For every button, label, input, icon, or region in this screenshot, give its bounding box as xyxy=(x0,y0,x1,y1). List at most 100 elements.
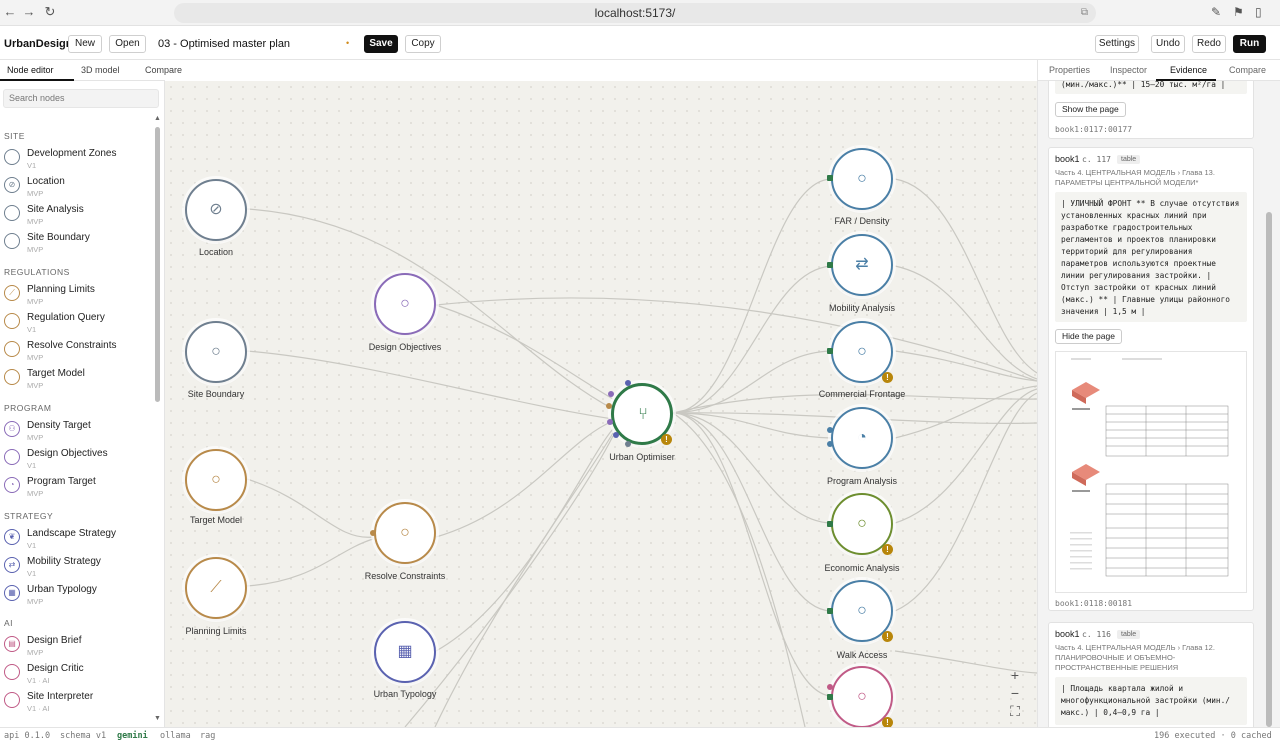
extensions-icon[interactable]: ⚑ xyxy=(1233,5,1244,19)
reload-icon[interactable]: ↻ xyxy=(42,4,58,20)
tab-node-editor[interactable]: Node editor xyxy=(7,65,54,75)
input-port[interactable] xyxy=(625,441,631,447)
item-label: Development Zones xyxy=(27,148,117,159)
show-page-button[interactable]: Show the page xyxy=(1055,102,1126,117)
node-resolve-constraints[interactable]: ○ xyxy=(374,502,436,564)
input-port[interactable] xyxy=(625,380,631,386)
item-version: MVP xyxy=(27,597,44,606)
circle-icon xyxy=(4,205,20,221)
copy-button[interactable]: Copy xyxy=(405,35,441,53)
zoom-in-icon[interactable]: + xyxy=(1004,666,1026,684)
item-label: Target Model xyxy=(27,368,85,379)
palette-item-design-brief[interactable]: ▤ Design Brief MVP xyxy=(0,635,152,663)
palette-item-resolve-constraints[interactable]: Resolve Constraints MVP xyxy=(0,340,152,368)
tab-evidence[interactable]: Evidence xyxy=(1170,65,1207,75)
input-port[interactable] xyxy=(827,608,833,614)
new-button[interactable]: New xyxy=(68,35,102,53)
tab-inspector[interactable]: Inspector xyxy=(1110,65,1147,75)
palette-item-design-objectives[interactable]: Design Objectives V1 xyxy=(0,448,152,476)
node-planning-limits[interactable]: ⟋ xyxy=(185,557,247,619)
palette-scrollbar[interactable] xyxy=(155,127,160,402)
menu-icon[interactable]: ▯ xyxy=(1255,5,1262,19)
input-port[interactable] xyxy=(606,403,612,409)
node-label: FAR / Density xyxy=(834,216,890,226)
category-strategy: STRATEGY xyxy=(4,511,54,521)
input-port[interactable] xyxy=(827,521,833,527)
tab-properties[interactable]: Properties xyxy=(1049,65,1090,75)
item-version: V1 · AI xyxy=(27,704,50,713)
node-label: Location xyxy=(198,247,234,257)
evidence-scrollbar[interactable] xyxy=(1266,212,1272,727)
item-label: Design Critic xyxy=(27,663,84,674)
item-version: MVP xyxy=(27,189,44,198)
type-badge: table xyxy=(1117,630,1141,639)
edit-icon[interactable]: ✎ xyxy=(1211,5,1221,19)
node-mobility-analysis[interactable]: ⇄ xyxy=(831,234,893,296)
node-site-boundary[interactable]: ○ xyxy=(185,321,247,383)
node-target-model[interactable]: ○ xyxy=(185,449,247,511)
hide-page-button[interactable]: Hide the page xyxy=(1055,329,1122,344)
warning-badge: ! xyxy=(882,717,893,727)
tab-compare-right[interactable]: Compare xyxy=(1229,65,1266,75)
input-port[interactable] xyxy=(827,348,833,354)
palette-item-target-model[interactable]: Target Model MVP xyxy=(0,368,152,396)
tab-compare[interactable]: Compare xyxy=(145,65,182,75)
circle-icon: ○ xyxy=(857,688,867,705)
palette-item-planning-limits[interactable]: ⟋ Planning Limits MVP xyxy=(0,284,152,312)
circle-icon xyxy=(4,369,20,385)
zoom-out-icon[interactable]: − xyxy=(1004,684,1026,702)
node-far-density[interactable]: ○ xyxy=(831,148,893,210)
fit-view-icon[interactable]: ⛶ xyxy=(1004,702,1026,720)
node-label: Target Model xyxy=(189,515,243,525)
palette-item-regulation-query[interactable]: Regulation Query V1 xyxy=(0,312,152,340)
palette-item-landscape-strategy[interactable]: ❦ Landscape Strategy V1 xyxy=(0,528,152,556)
palette-item-location[interactable]: ⊘ Location MVP xyxy=(0,176,152,204)
run-button[interactable]: Run xyxy=(1233,35,1266,53)
node-location[interactable]: ⊘ xyxy=(185,179,247,241)
input-port[interactable] xyxy=(827,694,833,700)
palette-item-program-target[interactable]: ◔ Program Target MVP xyxy=(0,476,152,504)
input-port[interactable] xyxy=(370,530,376,536)
back-icon[interactable]: ← xyxy=(2,4,18,19)
project-title[interactable]: 03 - Optimised master plan xyxy=(158,38,290,50)
redo-button[interactable]: Redo xyxy=(1192,35,1226,53)
palette-item-urban-typology[interactable]: ▦ Urban Typology MVP xyxy=(0,584,152,612)
edge xyxy=(246,350,614,420)
input-port[interactable] xyxy=(827,427,833,433)
item-label: Site Boundary xyxy=(27,232,90,243)
open-external-icon[interactable]: ⧉ xyxy=(1081,3,1088,23)
input-port[interactable] xyxy=(613,432,619,438)
palette-item-site-analysis[interactable]: Site Analysis MVP xyxy=(0,204,152,232)
palette-item-development-zones[interactable]: Development Zones V1 xyxy=(0,148,152,176)
palette-item-site-interpreter[interactable]: Site Interpreter V1 · AI xyxy=(0,691,152,719)
item-version: MVP xyxy=(27,245,44,254)
input-port[interactable] xyxy=(827,175,833,181)
status-bar: api 0.1.0 schema v1 gemini ollama rag 19… xyxy=(0,727,1280,743)
forward-icon[interactable]: → xyxy=(21,4,37,19)
palette-item-mobility-strategy[interactable]: ⇄ Mobility Strategy V1 xyxy=(0,556,152,584)
node-program-analysis[interactable]: ◔ xyxy=(831,407,893,469)
url-bar[interactable]: localhost:5173/ ⧉ xyxy=(174,3,1096,23)
search-input[interactable]: Search nodes xyxy=(3,89,159,108)
save-button[interactable]: Save xyxy=(364,35,398,53)
item-version: MVP xyxy=(27,217,44,226)
settings-button[interactable]: Settings xyxy=(1095,35,1139,53)
node-label: Urban Optimiser xyxy=(609,452,675,462)
input-port[interactable] xyxy=(827,684,833,690)
ollama-status: ollama xyxy=(160,731,191,741)
scroll-up-icon[interactable]: ▲ xyxy=(154,115,161,122)
scroll-down-icon[interactable]: ▼ xyxy=(154,715,161,722)
input-port[interactable] xyxy=(827,441,833,447)
input-port[interactable] xyxy=(607,419,613,425)
palette-item-site-boundary[interactable]: Site Boundary MVP xyxy=(0,232,152,260)
undo-button[interactable]: Undo xyxy=(1151,35,1185,53)
node-canvas[interactable]: ⊘ Location ○ Site Boundary ○ Target Mode… xyxy=(165,81,1037,727)
palette-item-density-target[interactable]: ⚇ Density Target MVP xyxy=(0,420,152,448)
palette-item-design-critic[interactable]: Design Critic V1 · AI xyxy=(0,663,152,691)
input-port[interactable] xyxy=(608,391,614,397)
input-port[interactable] xyxy=(827,262,833,268)
tab-3d-model[interactable]: 3D model xyxy=(81,65,120,75)
node-urban-typology[interactable]: ▦ xyxy=(374,621,436,683)
open-button[interactable]: Open xyxy=(109,35,146,53)
node-design-objectives[interactable]: ○ xyxy=(374,273,436,335)
